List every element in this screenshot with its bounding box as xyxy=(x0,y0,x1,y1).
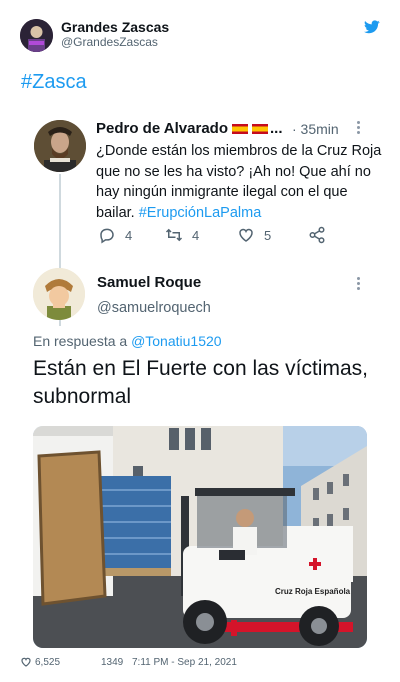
account-avatar[interactable] xyxy=(20,19,53,52)
share-button[interactable] xyxy=(308,226,335,244)
more-icon[interactable] xyxy=(357,121,361,135)
like-count[interactable]: 6,525 xyxy=(35,657,60,668)
heart-icon xyxy=(239,228,253,242)
reply-text: Están en El Fuerte con las víctimas, sub… xyxy=(33,357,368,408)
tweet-photo[interactable]: Cruz Roja Española xyxy=(33,426,367,648)
reply-icon xyxy=(100,228,114,244)
quoted-avatar[interactable] xyxy=(34,120,86,172)
photo-vehicle-label: Cruz Roja Española xyxy=(275,587,351,596)
quoted-time[interactable]: · 35min xyxy=(292,121,339,137)
in-reply-handle[interactable]: @Tonatiu1520 xyxy=(131,333,222,349)
quoted-author-name[interactable]: Pedro de Alvarado... xyxy=(96,120,283,137)
spain-flag-icon xyxy=(231,124,248,135)
reply-avatar[interactable] xyxy=(33,268,85,320)
reply-button[interactable]: 4 xyxy=(98,226,132,244)
share-icon xyxy=(309,226,325,244)
in-reply-to: En respuesta a @Tonatiu1520 xyxy=(33,333,222,349)
account-name[interactable]: Grandes Zascas xyxy=(61,19,169,35)
quoted-hashtag[interactable]: #ErupciónLaPalma xyxy=(139,205,262,221)
more-icon[interactable] xyxy=(357,277,361,291)
spain-flag-icon xyxy=(251,124,268,135)
like-button[interactable]: 5 xyxy=(237,226,271,244)
retweet-icon xyxy=(165,228,183,242)
timestamp[interactable]: 7:11 PM - Sep 21, 2021 xyxy=(132,657,237,668)
retweet-button[interactable]: 4 xyxy=(165,226,199,244)
heart-icon[interactable] xyxy=(20,656,32,668)
twitter-bird-icon[interactable] xyxy=(364,20,380,34)
account-handle[interactable]: @GrandesZascas xyxy=(61,35,158,49)
hashtag-link[interactable]: #Zasca xyxy=(21,71,87,94)
quoted-text: ¿Donde están los miembros de la Cruz Roj… xyxy=(96,143,382,221)
tweet-header: Grandes Zascas @GrandesZascas xyxy=(0,0,400,64)
quoted-actions: 4 4 5 xyxy=(96,226,356,246)
reply-author-handle[interactable]: @samuelroquech xyxy=(97,300,211,316)
reply-count[interactable]: 1349 xyxy=(101,657,123,668)
reply-author-name[interactable]: Samuel Roque xyxy=(97,274,201,291)
tweet-footer: 6,525 1349 7:11 PM - Sep 21, 2021 xyxy=(20,656,380,670)
